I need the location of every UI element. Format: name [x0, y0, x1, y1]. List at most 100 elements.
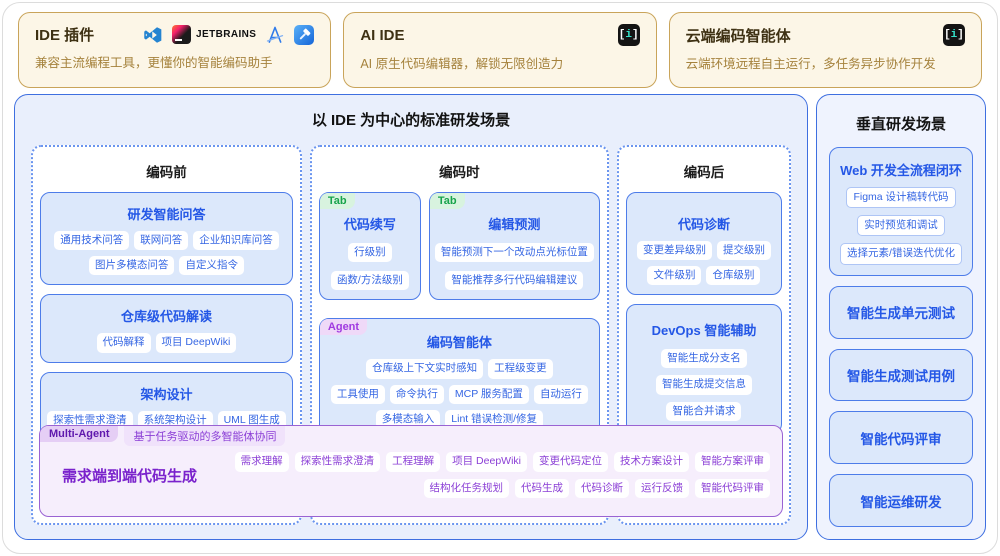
tag-row: 图片多模态问答 自定义指令 — [46, 256, 287, 276]
feature-tag: 智能生成分支名 — [661, 349, 747, 369]
product-card-cloud-agent[interactable]: 云端编码智能体 [i] 云端环境远程自主运行，多任务异步协作开发 — [668, 12, 982, 88]
feature-box-repo-understanding: 仓库级代码解读 代码解释 项目 DeepWiki — [40, 294, 293, 363]
scenario-unit-test: 智能生成单元测试 — [829, 285, 973, 339]
feature-tag: 行级别 — [348, 243, 392, 263]
feature-tag: 项目 DeepWiki — [155, 333, 237, 353]
feature-tag: 变更代码定位 — [533, 452, 608, 472]
feature-tag: 智能预测下一个改动点光标位置 — [434, 243, 594, 263]
feature-box-devops: DevOps 智能辅助 智能生成分支名 智能生成提交信息 智能合并请求 — [625, 304, 782, 435]
column-header: 编码后 — [683, 165, 725, 180]
page: IDE 插件 JETBRAINS 兼容主流编程工具，更懂你的智能编码助手 AI … — [0, 0, 1000, 556]
feature-tag: 智能合并请求 — [666, 401, 742, 421]
feature-tag: 变更差异级别 — [636, 241, 712, 261]
feature-title: Web 开发全流程闭环 — [840, 163, 962, 178]
product-card-ide-plugin[interactable]: IDE 插件 JETBRAINS 兼容主流编程工具，更懂你的智能编码助手 — [18, 12, 332, 88]
tag-row: 代码解释 项目 DeepWiki — [46, 333, 287, 353]
feature-title: DevOps 智能辅助 — [651, 323, 757, 339]
feature-title: 架构设计 — [140, 386, 193, 402]
feature-tag: 智能方案评审 — [695, 452, 770, 472]
feature-tag: 代码生成 — [515, 478, 569, 498]
lingma-icon: [i] — [942, 24, 965, 46]
tag-row: 通用技术问答 联网问答 企业知识库问答 — [46, 231, 287, 251]
tab-badge: Tab — [429, 193, 465, 209]
jetbrains-icon — [172, 25, 192, 44]
scenario-test-case: 智能生成测试用例 — [829, 348, 973, 402]
feature-tags: 智能预测下一个改动点光标位置 智能推荐多行代码编辑建议 — [434, 243, 594, 291]
tag-row: 工具使用 命令执行 MCP 服务配置 自动运行 — [325, 384, 594, 404]
feature-tag: 命令执行 — [389, 384, 444, 404]
card-title: 云端编码智能体 — [685, 27, 791, 45]
tag-row: 需求理解 探索性需求澄清 工程理解 项目 DeepWiki 变更代码定位 技术方案设计 智能… — [197, 452, 770, 472]
feature-tags: 通用技术问答 联网问答 企业知识库问答 图片多模态问答 自定义指令 — [46, 231, 287, 276]
multi-agent-badges: Multi-Agent 基于任务驱动的多智能体协同 — [40, 426, 286, 446]
feature-tag: 工程理解 — [386, 452, 441, 472]
feature-box-web-dev: Web 开发全流程闭环 Figma 设计稿转代码 实时预览和调试 选择元素/错误迭代… — [829, 147, 973, 276]
multi-agent-title: 需求端到端代码生成 — [62, 467, 198, 485]
multi-agent-section: Multi-Agent 基于任务驱动的多智能体协同 需求端到端代码生成 需求理解… — [39, 425, 783, 517]
feature-tag: 通用技术问答 — [54, 231, 130, 251]
feature-tags: 代码解释 项目 DeepWiki — [46, 333, 287, 353]
feature-tags: 变更差异级别 提交级别 文件级别 仓库级别 — [632, 241, 776, 286]
feature-tag: 自定义指令 — [179, 256, 244, 276]
column-header: 编码前 — [146, 165, 187, 180]
feature-tag: 图片多模态问答 — [88, 256, 175, 276]
feature-tag: 技术方案设计 — [614, 452, 689, 472]
tab-badge: Tab — [319, 193, 355, 209]
feature-tag: 实时预览和调试 — [857, 215, 945, 237]
feature-tag: 提交级别 — [716, 241, 771, 261]
vscode-icon — [143, 25, 163, 45]
product-card-ai-ide[interactable]: AI IDE [i] AI 原生代码编辑器，解锁无限创造力 — [343, 12, 657, 88]
column-header: 编码时 — [439, 165, 480, 180]
card-subtitle: 兼容主流编程工具，更懂你的智能编码助手 — [35, 56, 273, 70]
feature-tag: 智能代码评审 — [695, 478, 770, 498]
feature-title: 代码诊断 — [677, 217, 730, 232]
card-title: IDE 插件 — [35, 27, 95, 44]
scenario-ops-dev: 智能运维研发 — [829, 474, 973, 528]
feature-title: 研发智能问答 — [127, 207, 206, 222]
feature-tags: 智能生成分支名 智能生成提交信息 智能合并请求 — [632, 349, 776, 421]
feature-title: 编码智能体 — [426, 335, 492, 351]
feature-tag: 函数/方法级别 — [330, 271, 409, 291]
feature-tag: 仓库级上下文实时感知 — [366, 359, 484, 379]
feature-tag: Figma 设计稿转代码 — [846, 187, 956, 209]
multi-agent-tags: 需求理解 探索性需求澄清 工程理解 项目 DeepWiki 变更代码定位 技术方案设计 智能… — [197, 452, 770, 498]
card-subtitle: 云端环境远程自主运行，多任务异步协作开发 — [685, 57, 936, 71]
feature-tag: MCP 服务配置 — [448, 384, 529, 404]
feature-title: 编辑预测 — [488, 217, 541, 232]
feature-box-qa: 研发智能问答 通用技术问答 联网问答 企业知识库问答 图片多模态问答 自定义指令 — [40, 192, 293, 286]
ide-icons: JETBRAINS — [143, 24, 315, 45]
jetbrains-wordmark: JETBRAINS — [196, 29, 257, 40]
feature-tag: 企业知识库问答 — [193, 231, 279, 251]
feature-tag: 文件级别 — [647, 266, 702, 286]
feature-box-edit-prediction: Tab 编辑预测 智能预测下一个改动点光标位置 智能推荐多行代码编辑建议 — [428, 192, 600, 301]
feature-tag: 选择元素/错误迭代优化 — [840, 243, 962, 265]
feature-tag: 探索性需求澄清 — [294, 452, 381, 472]
feature-tag: 智能生成提交信息 — [655, 375, 752, 395]
tag-row: 仓库级上下文实时感知 工程级变更 — [325, 359, 594, 379]
feature-box-completion: Tab 代码续写 行级别函数/方法级别 — [318, 192, 421, 301]
feature-tag: 自动运行 — [533, 384, 588, 404]
feature-tag: 联网问答 — [134, 231, 189, 251]
feature-tag: 工具使用 — [330, 384, 385, 404]
panel-title: 以 IDE 为中心的标准研发场景 — [311, 112, 511, 129]
tag-row: 变更差异级别 提交级别 — [632, 241, 776, 261]
tag-row: 文件级别 仓库级别 — [632, 266, 776, 286]
feature-title: 代码续写 — [343, 217, 396, 232]
lingma-icon: [i] — [617, 24, 640, 46]
vertical-scenarios-panel: 垂直研发场景 Web 开发全流程闭环 Figma 设计稿转代码 实时预览和调试 选择… — [816, 94, 986, 540]
agent-badge: Agent — [319, 319, 368, 336]
panel-title: 垂直研发场景 — [855, 116, 946, 133]
feature-tag: 工程级变更 — [488, 359, 553, 379]
feature-tags: Figma 设计稿转代码 实时预览和调试 选择元素/错误迭代优化 — [834, 187, 968, 265]
feature-tag: 运行反馈 — [635, 478, 689, 498]
feature-tags: 行级别函数/方法级别 — [325, 243, 415, 291]
xcode-a-icon — [265, 25, 285, 45]
feature-title: 仓库级代码解读 — [120, 309, 212, 325]
card-title: AI IDE — [360, 26, 405, 44]
feature-tag: 需求理解 — [234, 452, 289, 472]
ide-scenario-panel: 以 IDE 为中心的标准研发场景 编码前 研发智能问答 通用技术问答 联网问答 企业… — [14, 94, 808, 540]
scenario-code-review: 智能代码评审 — [829, 411, 973, 465]
build-hammer-icon — [294, 24, 315, 45]
card-subtitle: AI 原生代码编辑器，解锁无限创造力 — [360, 57, 564, 71]
multi-agent-sub-badge: 基于任务驱动的多智能体协同 — [124, 426, 286, 446]
